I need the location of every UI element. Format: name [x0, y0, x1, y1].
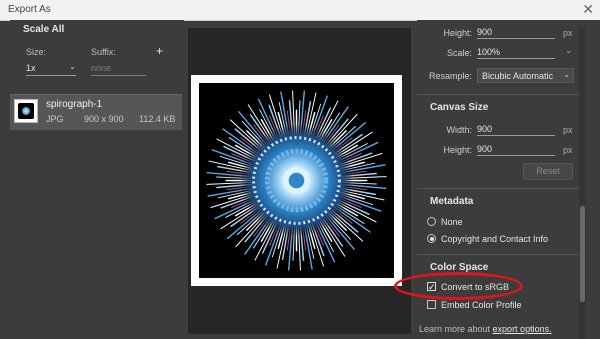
resample-select[interactable]: Bicubic Automatic ⌄ [477, 68, 574, 83]
scrollbar-thumb[interactable] [580, 206, 585, 302]
suffix-placeholder: none [91, 63, 112, 73]
thumbnail-art [22, 107, 30, 115]
learn-more: Learn more about export options. [419, 324, 552, 334]
window-title: Export As [8, 4, 51, 15]
chevron-down-icon[interactable]: ⌄ [565, 45, 573, 56]
canvas-width-field[interactable]: 900 [477, 124, 555, 136]
divider [417, 254, 580, 255]
reset-button[interactable]: Reset [523, 163, 573, 180]
preview-area [188, 28, 411, 334]
divider [417, 94, 580, 95]
size-label: Size: [26, 47, 47, 57]
image-height-label: Height: [443, 28, 472, 38]
file-list-item[interactable]: spirograph-1 JPG 900 x 900 112.4 KB [10, 94, 182, 130]
chevron-down-icon: ⌄ [563, 70, 570, 79]
suffix-input[interactable]: none [91, 63, 146, 76]
scale-field[interactable]: 100% [477, 47, 555, 59]
resample-label: Resample: [428, 71, 472, 81]
left-panel: Scale All Size: Suffix: + 1x ⌄ none spir… [10, 20, 184, 339]
embed-profile-checkbox[interactable] [427, 300, 436, 309]
add-scale-icon[interactable]: + [156, 44, 163, 58]
metadata-title: Metadata [430, 196, 474, 207]
thumbnail-image [18, 103, 34, 119]
metadata-copyright-label[interactable]: Copyright and Contact Info [441, 234, 548, 244]
preview-frame [191, 75, 402, 286]
canvas-width-unit: px [563, 125, 573, 135]
annotation-highlight [394, 272, 523, 300]
export-options-link[interactable]: export options. [493, 324, 552, 334]
canvas-height-field[interactable]: 900 [477, 144, 555, 156]
canvas-width-label: Width: [446, 125, 472, 135]
canvas-height-label: Height: [443, 145, 472, 155]
close-icon[interactable]: ✕ [582, 1, 594, 18]
metadata-none-radio[interactable] [427, 217, 436, 226]
suffix-label: Suffix: [91, 47, 116, 57]
chevron-down-icon: ⌄ [69, 62, 76, 71]
embed-profile-label[interactable]: Embed Color Profile [441, 300, 522, 310]
title-bar: Export As ✕ [0, 0, 600, 21]
file-size: 112.4 KB [139, 114, 176, 124]
scrollbar[interactable] [579, 26, 586, 339]
image-height-unit: px [563, 28, 573, 38]
right-panel: Height: 900 px Scale: 100% ⌄ Resample: B… [394, 20, 600, 339]
learn-more-prefix: Learn more about [419, 324, 493, 334]
image-height-field[interactable]: 900 [477, 27, 555, 39]
scale-all-title: Scale All [23, 24, 65, 35]
file-thumbnail [14, 99, 38, 123]
metadata-copyright-radio[interactable] [427, 234, 436, 243]
preview-image [199, 83, 394, 278]
canvas-height-unit: px [563, 145, 573, 155]
file-type: JPG [46, 114, 64, 124]
canvas-size-title: Canvas Size [430, 102, 489, 113]
divider [417, 188, 580, 189]
scale-select-value: 1x [26, 63, 36, 73]
file-dimensions: 900 x 900 [84, 114, 124, 124]
file-name: spirograph-1 [46, 99, 103, 110]
metadata-none-label[interactable]: None [441, 217, 463, 227]
scale-select[interactable]: 1x ⌄ [26, 62, 76, 76]
scale-label: Scale: [446, 48, 472, 58]
resample-value: Bicubic Automatic [482, 71, 554, 81]
